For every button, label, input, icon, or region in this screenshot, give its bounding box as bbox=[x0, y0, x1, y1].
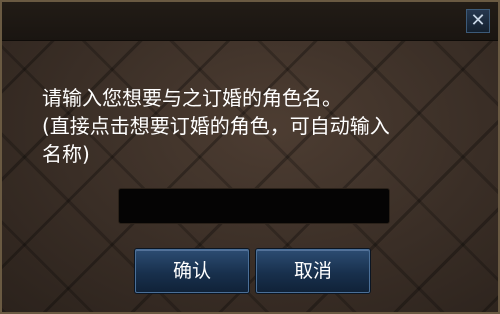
title-bar: ✕ bbox=[2, 2, 498, 41]
instruction-line-3: 名称) bbox=[42, 142, 90, 166]
instruction-line-2: (直接点击想要订婚的角色，可自动输入 bbox=[42, 114, 390, 138]
close-icon[interactable]: ✕ bbox=[466, 9, 490, 33]
confirm-button[interactable]: 确认 bbox=[135, 249, 249, 293]
instruction-text: 请输入您想要与之订婚的角色名。 (直接点击想要订婚的角色，可自动输入 名称) bbox=[42, 84, 472, 168]
cancel-button[interactable]: 取消 bbox=[256, 249, 370, 293]
instruction-line-1: 请输入您想要与之订婚的角色名。 bbox=[42, 86, 342, 110]
engagement-dialog: ✕ 请输入您想要与之订婚的角色名。 (直接点击想要订婚的角色，可自动输入 名称)… bbox=[0, 0, 500, 314]
character-name-input[interactable] bbox=[118, 188, 390, 224]
